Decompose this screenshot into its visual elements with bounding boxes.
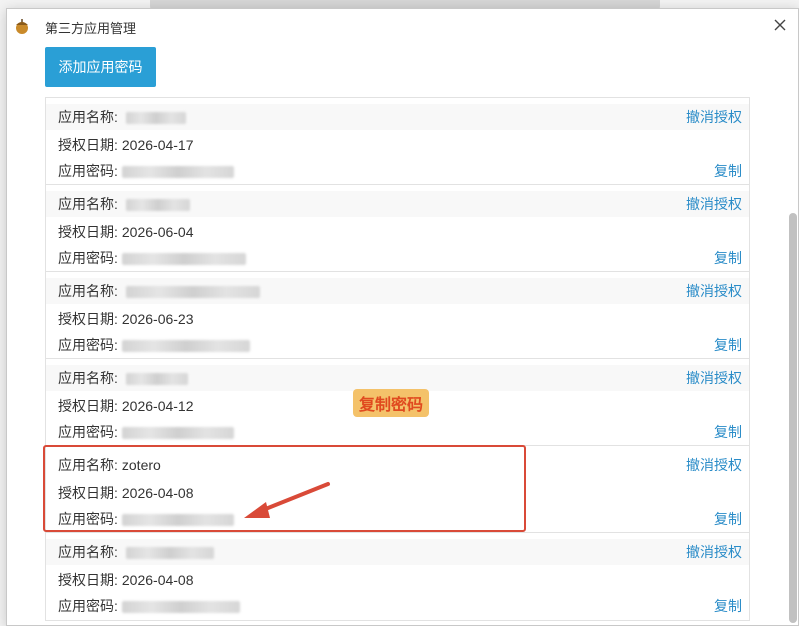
revoke-button[interactable]: 撤消授权 [686, 365, 742, 391]
app-password-row: 应用密码: [58, 596, 240, 616]
redacted-password [121, 427, 234, 440]
auth-date-value: 2026-04-08 [121, 572, 194, 588]
close-icon [774, 19, 786, 31]
app-password-label: 应用密码: [58, 598, 118, 614]
list-item: 应用名称: 撤消授权 授权日期: 2026-04-17 应用密码: 复制 [46, 98, 749, 185]
add-app-password-button[interactable]: 添加应用密码 [45, 47, 156, 87]
app-password-row: 应用密码: [58, 422, 234, 442]
vertical-scrollbar[interactable] [789, 213, 797, 623]
app-password-label: 应用密码: [58, 424, 118, 440]
app-name-label: 应用名称: [58, 544, 118, 560]
acorn-icon [16, 19, 28, 34]
copy-button[interactable]: 复制 [714, 509, 742, 529]
redacted-password [121, 601, 240, 614]
close-button[interactable] [772, 17, 788, 33]
app-password-label: 应用密码: [58, 250, 118, 266]
app-name-row: 应用名称: [46, 191, 749, 217]
copy-button[interactable]: 复制 [714, 248, 742, 268]
app-name-label: 应用名称: [58, 109, 118, 125]
app-password-list: 应用名称: 撤消授权 授权日期: 2026-04-17 应用密码: 复制 应用名称… [45, 97, 750, 621]
third-party-app-dialog: 第三方应用管理 添加应用密码 应用名称: 撤消授权 授权日期: 2026-04-1… [6, 8, 799, 626]
app-password-row: 应用密码: [58, 161, 234, 181]
revoke-button[interactable]: 撤消授权 [686, 539, 742, 565]
auth-date-label: 授权日期: [58, 572, 118, 588]
redacted-password [121, 253, 246, 266]
list-item: 应用名称: 撤消授权 授权日期: 2026-06-23 应用密码: 复制 [46, 272, 749, 359]
auth-date-value: 2026-04-12 [121, 398, 194, 414]
copy-button[interactable]: 复制 [714, 596, 742, 616]
app-password-label: 应用密码: [58, 163, 118, 179]
copy-button[interactable]: 复制 [714, 161, 742, 181]
auth-date-row: 授权日期: 2026-06-23 [58, 309, 194, 329]
app-name-row: 应用名称: [46, 539, 749, 565]
auth-date-value: 2026-06-04 [121, 224, 194, 240]
revoke-button[interactable]: 撤消授权 [686, 278, 742, 304]
auth-date-label: 授权日期: [58, 398, 118, 414]
auth-date-row: 授权日期: 2026-04-08 [58, 570, 194, 590]
revoke-button[interactable]: 撤消授权 [686, 104, 742, 130]
redacted-name [125, 199, 190, 212]
app-name-row: 应用名称: [46, 278, 749, 304]
redacted-name [125, 373, 188, 386]
app-name-row: 应用名称: [46, 104, 749, 130]
dialog-title: 第三方应用管理 [45, 21, 137, 36]
annotation-arrow-icon [244, 482, 330, 518]
dialog-titlebar: 第三方应用管理 [7, 9, 798, 43]
annotation-label: 复制密码 [353, 389, 430, 417]
revoke-button[interactable]: 撤消授权 [686, 452, 742, 478]
auth-date-label: 授权日期: [58, 137, 118, 153]
redacted-name [125, 286, 260, 299]
app-password-label: 应用密码: [58, 337, 118, 353]
copy-button[interactable]: 复制 [714, 422, 742, 442]
app-password-row: 应用密码: [58, 248, 246, 268]
auth-date-value: 2026-04-17 [121, 137, 194, 153]
auth-date-label: 授权日期: [58, 224, 118, 240]
app-name-row: 应用名称: [46, 365, 749, 391]
app-name-label: 应用名称: [58, 196, 118, 212]
app-password-row: 应用密码: [58, 335, 250, 355]
auth-date-row: 授权日期: 2026-06-04 [58, 222, 194, 242]
auth-date-label: 授权日期: [58, 311, 118, 327]
auth-date-row: 授权日期: 2026-04-12 [58, 396, 194, 416]
app-name-label: 应用名称: [58, 283, 118, 299]
redacted-password [121, 166, 234, 179]
redacted-password [121, 340, 250, 353]
auth-date-row: 授权日期: 2026-04-17 [58, 135, 194, 155]
redacted-name [125, 112, 186, 125]
list-item: 应用名称: 撤消授权 授权日期: 2026-06-04 应用密码: 复制 [46, 185, 749, 272]
auth-date-value: 2026-06-23 [121, 311, 194, 327]
redacted-name [125, 547, 214, 560]
list-item: 应用名称: 撤消授权 授权日期: 2026-04-08 应用密码: 复制 [46, 533, 749, 620]
app-name-label: 应用名称: [58, 370, 118, 386]
copy-button[interactable]: 复制 [714, 335, 742, 355]
revoke-button[interactable]: 撤消授权 [686, 191, 742, 217]
